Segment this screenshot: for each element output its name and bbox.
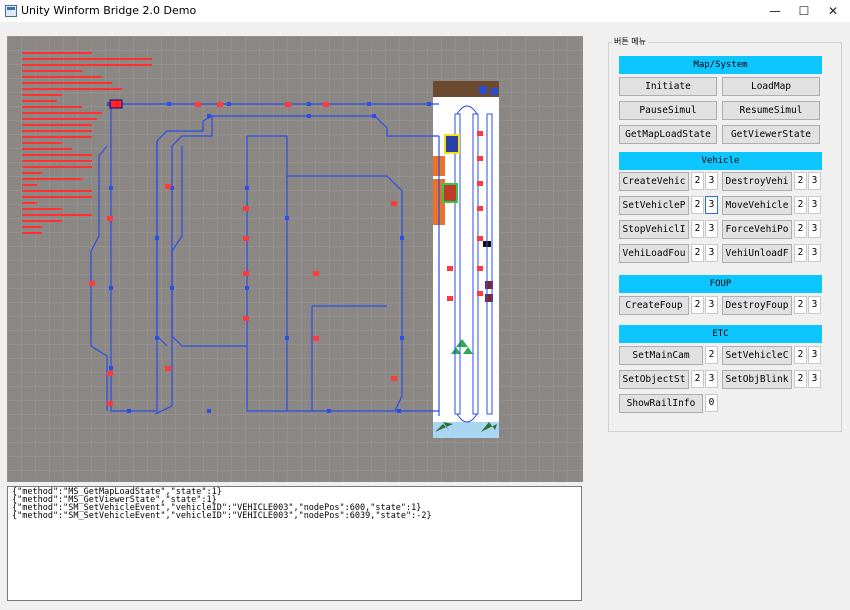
destroyfoup-button[interactable]: DestroyFoup	[722, 296, 792, 315]
setobjblink-param-1[interactable]: 2	[794, 370, 807, 388]
movevehicle-button[interactable]: MoveVehicle	[722, 196, 792, 215]
resumesimul-button[interactable]: ResumeSimul	[722, 101, 820, 120]
getmaploadstate-button[interactable]: GetMapLoadState	[619, 125, 717, 144]
forcevehipos-button[interactable]: ForceVehiPo	[722, 220, 792, 239]
createfoup-param-2[interactable]: 3	[705, 296, 718, 314]
log-output[interactable]: {"method":"MS_GetMapLoadState","state":1…	[7, 486, 582, 601]
app-icon	[5, 5, 17, 17]
destroyfoup-param-1[interactable]: 2	[794, 296, 807, 314]
vehiunloadfoup-param-1[interactable]: 2	[794, 244, 807, 262]
setobjectstate-param-2[interactable]: 3	[705, 370, 718, 388]
createfoup-button[interactable]: CreateFoup	[619, 296, 689, 315]
destroyvehicle-param-1[interactable]: 2	[794, 172, 807, 190]
destroyfoup-param-2[interactable]: 3	[808, 296, 821, 314]
section-foup: FOUP	[619, 275, 822, 293]
setvehiclecam-param-1[interactable]: 2	[794, 346, 807, 364]
stopvehicle-param-2[interactable]: 3	[705, 220, 718, 238]
createvehicle-button[interactable]: CreateVehic	[619, 172, 689, 191]
map-canvas	[7, 36, 583, 482]
setobjblink-button[interactable]: SetObjBlink	[722, 370, 792, 389]
window-title: Unity Winform Bridge 2.0 Demo	[21, 4, 197, 17]
createvehicle-param-2[interactable]: 3	[705, 172, 718, 190]
setobjblink-param-2[interactable]: 3	[808, 370, 821, 388]
createfoup-param-1[interactable]: 2	[691, 296, 704, 314]
createvehicle-param-1[interactable]: 2	[691, 172, 704, 190]
showrailinfo-param[interactable]: 0	[705, 394, 718, 412]
button-menu-label: 버튼 메뉴	[612, 36, 648, 47]
setvehiclecam-param-2[interactable]: 3	[808, 346, 821, 364]
vehiloadfoup-button[interactable]: VehiLoadFou	[619, 244, 689, 263]
setvehiclepos-param-2[interactable]: 3	[705, 196, 718, 214]
section-map-system: Map/System	[619, 56, 822, 74]
setvehiclepos-button[interactable]: SetVehicleP	[619, 196, 689, 215]
setmaincam-button[interactable]: SetMainCam	[619, 346, 703, 365]
vehiloadfoup-param-1[interactable]: 2	[691, 244, 704, 262]
stopvehicle-button[interactable]: StopVehiclI	[619, 220, 689, 239]
movevehicle-param-2[interactable]: 3	[808, 196, 821, 214]
loadmap-button[interactable]: LoadMap	[722, 77, 820, 96]
setvehiclepos-param-1[interactable]: 2	[691, 196, 704, 214]
pausesimul-button[interactable]: PauseSimul	[619, 101, 717, 120]
setobjectstate-param-1[interactable]: 2	[691, 370, 704, 388]
vehiunloadfoup-param-2[interactable]: 3	[808, 244, 821, 262]
showrailinfo-button[interactable]: ShowRailInfo	[619, 394, 703, 413]
forcevehipos-param-2[interactable]: 3	[808, 220, 821, 238]
forcevehipos-param-1[interactable]: 2	[794, 220, 807, 238]
factory-floor	[433, 81, 499, 438]
log-line: {"method":"SM_SetVehicleEvent","vehicleI…	[12, 511, 432, 521]
setobjectstate-button[interactable]: SetObjectSt	[619, 370, 689, 389]
movevehicle-param-1[interactable]: 2	[794, 196, 807, 214]
section-vehicle: Vehicle	[619, 152, 822, 170]
setvehiclecam-button[interactable]: SetVehicleC	[722, 346, 792, 365]
destroyvehicle-param-2[interactable]: 3	[808, 172, 821, 190]
initiate-button[interactable]: Initiate	[619, 77, 717, 96]
close-button[interactable]: ✕	[816, 0, 850, 22]
vehiloadfoup-param-2[interactable]: 3	[705, 244, 718, 262]
stopvehicle-param-1[interactable]: 2	[691, 220, 704, 238]
destroyvehicle-button[interactable]: DestroyVehi	[722, 172, 792, 191]
vehiunloadfoup-button[interactable]: VehiUnloadF	[722, 244, 792, 263]
setmaincam-param-1[interactable]: 2	[705, 346, 718, 364]
section-etc: ETC	[619, 325, 822, 343]
getviewerstate-button[interactable]: GetViewerState	[722, 125, 820, 144]
title-bar: Unity Winform Bridge 2.0 Demo — ☐ ✕	[0, 0, 850, 22]
unity-map-viewport[interactable]	[7, 36, 583, 482]
